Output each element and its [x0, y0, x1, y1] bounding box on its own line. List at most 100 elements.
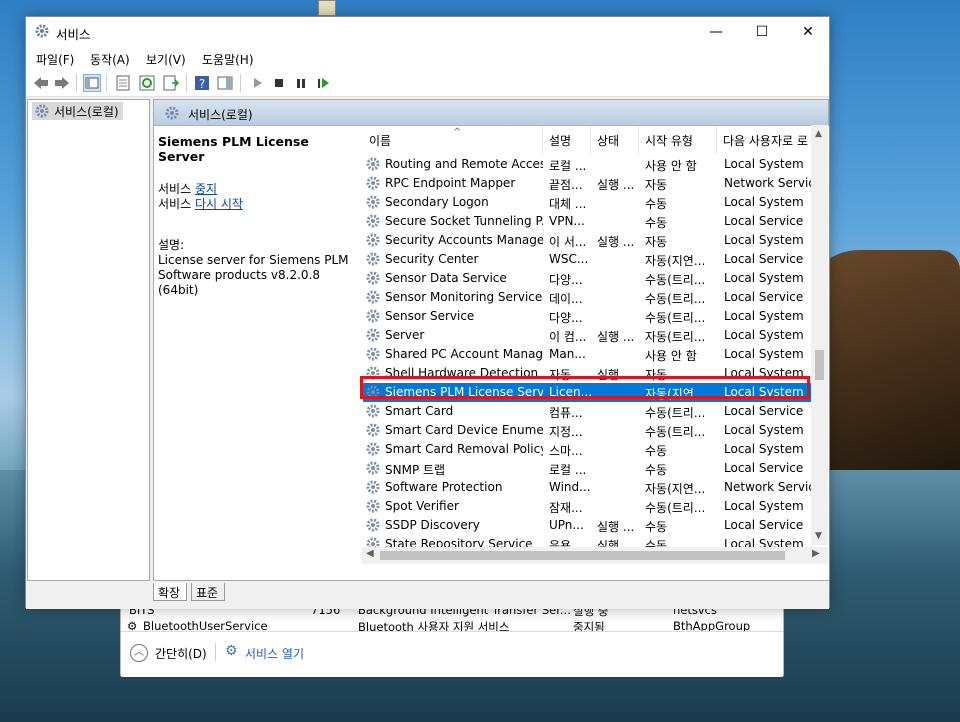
tab-extended[interactable]: 확장	[153, 583, 187, 601]
menu-action[interactable]: 동작(A)	[90, 51, 130, 68]
service-row[interactable]: Spot Verifier 잠재... 수동(트리... Local System	[363, 497, 813, 516]
column-header-label: 설명	[549, 134, 572, 148]
scroll-down-icon[interactable]: ▼	[815, 531, 822, 541]
gear-icon	[365, 346, 381, 365]
maximize-button[interactable]: ☐	[739, 17, 785, 47]
service-startup-cell: 수동	[645, 197, 668, 211]
console-tree-icon[interactable]	[83, 74, 101, 92]
service-row[interactable]: Secondary Logon 대체 ... 수동 Local System	[363, 193, 813, 212]
tab-standard[interactable]: 표준	[191, 583, 225, 601]
column-header-description[interactable]: 설명	[543, 126, 591, 154]
service-logon-cell: Local System	[724, 499, 804, 513]
service-row[interactable]: SSDP Discovery UPn... 실행 ... 수동 Local Servic…	[363, 516, 813, 535]
gear-icon	[365, 422, 381, 441]
service-logon-cell: Network Service	[724, 480, 819, 494]
minimize-button[interactable]: —	[693, 17, 739, 47]
service-row[interactable]: Smart Card Device Enumer... 지정... 수동(트리...…	[363, 421, 813, 440]
service-row[interactable]: Sensor Service 다양... 수동(트리... Local System	[363, 307, 813, 326]
gear-icon	[164, 105, 180, 124]
menu-view[interactable]: 보기(V)	[146, 51, 186, 68]
service-desc-cell: 잠재...	[549, 501, 583, 515]
service-row[interactable]: Smart Card 컴퓨... 수동(트리... Local Service	[363, 402, 813, 421]
service-row[interactable]: RPC Endpoint Mapper 끝점... 실행 ... 자동 Network …	[363, 174, 819, 193]
service-status-cell: 실행 ...	[597, 235, 635, 249]
service-row[interactable]: Sensor Data Service 다양... 수동(트리... Local Sy…	[363, 269, 813, 288]
service-name-cell: Sensor Service	[385, 309, 475, 323]
restart-icon[interactable]	[314, 74, 332, 92]
background-task-manager-window: BITS 7156 Background Intelligent Transfe…	[120, 598, 784, 677]
bg-footer: ︿ 간단히(D) ⚙ 서비스 열기	[121, 631, 783, 677]
scroll-up-icon[interactable]: ▲	[815, 129, 822, 139]
gear-icon	[365, 156, 381, 175]
service-startup-cell: 수동(트리...	[645, 425, 706, 439]
service-status-cell: 실행 ...	[597, 178, 635, 192]
scroll-left-icon[interactable]: ◀	[366, 548, 374, 559]
service-desc-cell: 다양...	[549, 273, 583, 287]
column-header-name[interactable]: ^ 이름	[363, 126, 543, 154]
service-name-cell: Security Center	[385, 252, 479, 266]
menu-file[interactable]: 파일(F)	[36, 51, 74, 68]
service-row[interactable]: Secure Socket Tunneling P... VPN... 수동 Loca…	[363, 212, 813, 231]
collapse-link[interactable]: 간단히(D)	[155, 645, 207, 662]
column-header-status[interactable]: 상태	[591, 126, 639, 154]
export-list-icon[interactable]	[162, 74, 180, 92]
service-row[interactable]: Sensor Monitoring Service 데이... 수동(트리... Lo…	[363, 288, 813, 307]
column-header-label: 다음 사용자로 로	[723, 134, 808, 148]
restart-service-link[interactable]: 다시 시작	[195, 197, 243, 211]
vertical-scrollbar[interactable]: ▲ ▼	[811, 125, 828, 545]
service-status-cell: 실행 ...	[597, 368, 635, 382]
service-row[interactable]: Shared PC Account Manager Man... 사용 안 함 Loc…	[363, 345, 813, 364]
service-logon-cell: Local Service	[724, 252, 804, 266]
service-logon-cell: Network Service	[724, 176, 819, 190]
refresh-icon[interactable]	[138, 74, 156, 92]
scroll-thumb[interactable]	[380, 551, 785, 560]
scroll-thumb[interactable]	[815, 350, 824, 380]
service-desc-cell: 이 서...	[549, 235, 587, 249]
service-startup-cell: 자동	[645, 178, 668, 192]
service-row[interactable]: Software Protection Wind... 자동(지연... Networ…	[363, 478, 819, 498]
scroll-right-icon[interactable]: ▶	[812, 548, 820, 559]
service-row[interactable]: Security Accounts Manager 이 서... 실행 ... 자동 L…	[363, 231, 813, 250]
play-icon[interactable]	[248, 74, 266, 92]
service-logon-cell: Local System	[724, 366, 804, 380]
service-row[interactable]: SNMP 트랩 로컬 ... 수동 Local Service	[363, 459, 813, 478]
gear-icon	[365, 289, 381, 308]
open-services-link[interactable]: 서비스 열기	[245, 645, 304, 662]
gear-icon	[365, 213, 381, 232]
horizontal-scrollbar[interactable]: ◀ ▶	[362, 547, 828, 564]
service-logon-cell: Local System	[724, 157, 804, 171]
service-row[interactable]: Security Center WSC... 자동(지연... Local Servi…	[363, 250, 813, 269]
service-desc-cell: Man...	[549, 347, 586, 361]
title-bar[interactable]: 서비스 — ☐ ✕	[26, 17, 829, 47]
service-startup-cell: 수동	[645, 444, 668, 458]
service-name-cell: SNMP 트랩	[385, 463, 446, 477]
service-row[interactable]: Smart Card Removal Policy 스마... 수동 Local Sy…	[363, 440, 813, 459]
forward-arrow-icon[interactable]	[53, 74, 71, 92]
menu-help[interactable]: 도움말(H)	[202, 51, 254, 68]
gear-icon	[365, 517, 381, 536]
service-desc-cell: 대체 ...	[549, 197, 587, 211]
service-name-cell: Routing and Remote Access	[385, 157, 543, 171]
stop-service-link[interactable]: 중지	[195, 182, 217, 196]
service-name-cell: Shared PC Account Manager	[385, 347, 543, 361]
close-button[interactable]: ✕	[785, 17, 831, 47]
gear-icon	[365, 479, 381, 498]
service-row[interactable]: Server 이 컴... 실행 ... 자동(트리... Local System	[363, 326, 813, 345]
service-startup-cell: 수동	[645, 463, 668, 477]
column-header-startup-type[interactable]: 시작 유형	[639, 126, 717, 154]
chevron-up-icon[interactable]: ︿	[130, 644, 148, 662]
tree-item-services-local[interactable]: 서비스(로컬)	[32, 102, 123, 120]
gear-icon: ⚙	[225, 643, 238, 659]
back-arrow-icon[interactable]	[32, 74, 50, 92]
show-hide-action-pane-icon[interactable]	[216, 74, 234, 92]
properties-icon[interactable]	[114, 74, 132, 92]
service-row[interactable]: Shell Hardware Detection 자동 ... 실행 ... 자동 Lo…	[363, 364, 813, 383]
help-icon[interactable]: ?	[193, 74, 211, 92]
service-startup-cell: 수동(트리...	[645, 311, 706, 325]
pause-icon[interactable]	[292, 74, 310, 92]
service-logon-cell: Local System	[724, 385, 804, 399]
service-row[interactable]: Routing and Remote Access 로컬 ... 사용 안 함 Loc…	[363, 155, 813, 174]
service-desc-cell: 데이...	[549, 292, 583, 306]
stop-icon[interactable]	[270, 74, 288, 92]
service-row[interactable]: Siemens PLM License Server Licen... 자동(지연.…	[363, 383, 813, 402]
